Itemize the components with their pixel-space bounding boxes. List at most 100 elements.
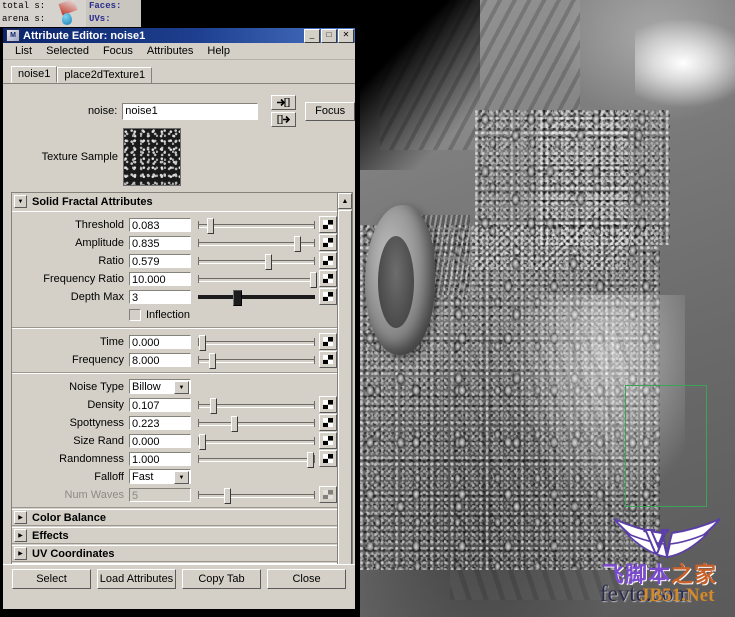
bg-label-faces: Faces: (89, 1, 122, 11)
viewport-specular-highlight (635, 18, 735, 108)
maya-3d-viewport[interactable] (360, 0, 735, 617)
attr-field-size-rand[interactable]: 0.000 (129, 433, 191, 448)
background-app-strip: total s: arena s: Faces: UVs: (0, 0, 360, 27)
attr-label-amplitude: Amplitude (75, 236, 124, 249)
attr-slider-size-rand[interactable] (198, 433, 315, 450)
attr-field-density[interactable]: 0.107 (129, 397, 191, 412)
attr-field-threshold[interactable]: 0.083 (129, 217, 191, 232)
chevron-right-icon[interactable]: ▶ (14, 511, 27, 524)
section-header-solid-fractal[interactable]: ▼ Solid Fractal Attributes (12, 193, 339, 211)
scrollbar-thumb[interactable] (338, 210, 352, 566)
map-button-density[interactable] (319, 396, 337, 413)
solid-fractal-group: Threshold 0.083 Amplitude 0.835 Ratio 0.… (12, 211, 339, 328)
attr-field-frequency[interactable]: 8.000 (129, 352, 191, 367)
attr-slider-time[interactable] (198, 334, 315, 351)
maya-icon: M (6, 29, 20, 42)
inflection-checkbox[interactable] (129, 309, 141, 321)
attr-field-ratio[interactable]: 0.579 (129, 253, 191, 268)
attribute-editor-window[interactable]: M Attribute Editor: noise1 _ □ ✕ List Se… (2, 27, 356, 610)
menu-bar[interactable]: List Selected Focus Attributes Help (3, 43, 355, 60)
water-drop-icon (62, 13, 72, 25)
checker-icon (323, 418, 333, 427)
viewport-selection-rectangle[interactable] (625, 385, 707, 507)
attr-slider-density[interactable] (198, 397, 315, 414)
section-header-effects[interactable]: ▶ Effects (12, 527, 337, 544)
attr-slider-num-waves (198, 487, 315, 504)
menu-item-list[interactable]: List (8, 44, 39, 58)
arrow-out-of-box-icon[interactable] (271, 112, 297, 127)
attr-slider-amplitude[interactable] (198, 235, 315, 252)
bg-stat-line-0: total s: (2, 1, 46, 11)
arrow-into-box-icon[interactable] (271, 95, 297, 110)
chevron-right-icon[interactable]: ▶ (14, 547, 27, 560)
map-button-ratio[interactable] (319, 252, 337, 269)
map-button-depth-max[interactable] (319, 288, 337, 305)
attributes-scrollbar[interactable]: ▲ ▼ (337, 192, 353, 584)
noise-type-value: Billow (132, 380, 161, 393)
map-button-spottyness[interactable] (319, 414, 337, 431)
attr-row-spottyness: Spottyness 0.223 (12, 414, 339, 432)
checkbox-row-inflection[interactable]: Inflection (12, 307, 339, 323)
section-header-uv-coordinates[interactable]: ▶ UV Coordinates (12, 545, 337, 562)
section-title-solid-fractal: Solid Fractal Attributes (32, 195, 153, 208)
checker-icon (323, 490, 333, 499)
attr-row-frequency-ratio: Frequency Ratio 10.000 (12, 270, 339, 288)
close-button[interactable]: ✕ (338, 28, 354, 43)
checker-icon (323, 256, 333, 265)
chevron-down-icon[interactable]: ▼ (174, 381, 189, 394)
attr-slider-randomness[interactable] (198, 451, 315, 468)
menu-item-attributes[interactable]: Attributes (140, 44, 200, 58)
map-button-frequency[interactable] (319, 351, 337, 368)
map-button-time[interactable] (319, 333, 337, 350)
checker-icon (323, 292, 333, 301)
noise-type-dropdown[interactable]: Billow ▼ (129, 379, 191, 394)
node-name-row: noise: noise1 Focus (3, 88, 355, 127)
tab-noise1[interactable]: noise1 (11, 66, 58, 83)
node-name-input[interactable]: noise1 (122, 102, 259, 120)
attr-slider-threshold[interactable] (198, 217, 315, 234)
chevron-down-icon[interactable]: ▼ (14, 195, 27, 208)
scroll-up-icon[interactable]: ▲ (338, 193, 352, 209)
attr-field-depth-max[interactable]: 3 (129, 289, 191, 304)
menu-item-help[interactable]: Help (200, 44, 237, 58)
map-button-threshold[interactable] (319, 216, 337, 233)
tab-place2dtexture1[interactable]: place2dTexture1 (57, 67, 153, 83)
checker-icon (323, 454, 333, 463)
copy-tab-button[interactable]: Copy Tab (182, 568, 261, 589)
falloff-dropdown[interactable]: Fast ▼ (129, 469, 191, 484)
map-button-amplitude[interactable] (319, 234, 337, 251)
attr-slider-frequency[interactable] (198, 352, 315, 369)
attr-field-spottyness[interactable]: 0.223 (129, 415, 191, 430)
load-attributes-button[interactable]: Load Attributes (97, 568, 176, 589)
attr-label-depth-max: Depth Max (70, 290, 124, 303)
attr-slider-spottyness[interactable] (198, 415, 315, 432)
chevron-right-icon[interactable]: ▶ (14, 529, 27, 542)
window-title-bar[interactable]: M Attribute Editor: noise1 _ □ ✕ (3, 28, 355, 43)
attr-slider-ratio[interactable] (198, 253, 315, 270)
focus-button[interactable]: Focus (305, 101, 355, 121)
attr-field-amplitude[interactable]: 0.835 (129, 235, 191, 250)
map-button-size-rand[interactable] (319, 432, 337, 449)
attr-field-time[interactable]: 0.000 (129, 334, 191, 349)
attr-label-density: Density (87, 398, 124, 411)
attr-label-spottyness: Spottyness (69, 416, 124, 429)
chevron-down-icon[interactable]: ▼ (174, 471, 189, 484)
maximize-button[interactable]: □ (321, 28, 337, 43)
section-header-color-balance[interactable]: ▶ Color Balance (12, 509, 337, 526)
checker-icon (323, 274, 333, 283)
noise-texture-swatch[interactable] (123, 128, 181, 186)
attr-slider-frequency-ratio[interactable] (198, 271, 318, 288)
attr-field-frequency-ratio[interactable]: 10.000 (129, 271, 191, 286)
attr-row-density: Density 0.107 (12, 396, 339, 414)
map-button-randomness[interactable] (319, 450, 337, 467)
attr-field-randomness[interactable]: 1.000 (129, 451, 191, 466)
menu-item-focus[interactable]: Focus (96, 44, 140, 58)
map-button-frequency-ratio[interactable] (319, 270, 337, 287)
select-button[interactable]: Select (12, 568, 91, 589)
bg-label-uvs: UVs: (89, 14, 111, 24)
tab-strip[interactable]: noise1 place2dTexture1 (3, 60, 355, 84)
attr-slider-depth-max[interactable] (198, 289, 315, 306)
close-tab-button[interactable]: Close (267, 568, 346, 589)
menu-item-selected[interactable]: Selected (39, 44, 96, 58)
minimize-button[interactable]: _ (304, 28, 320, 43)
